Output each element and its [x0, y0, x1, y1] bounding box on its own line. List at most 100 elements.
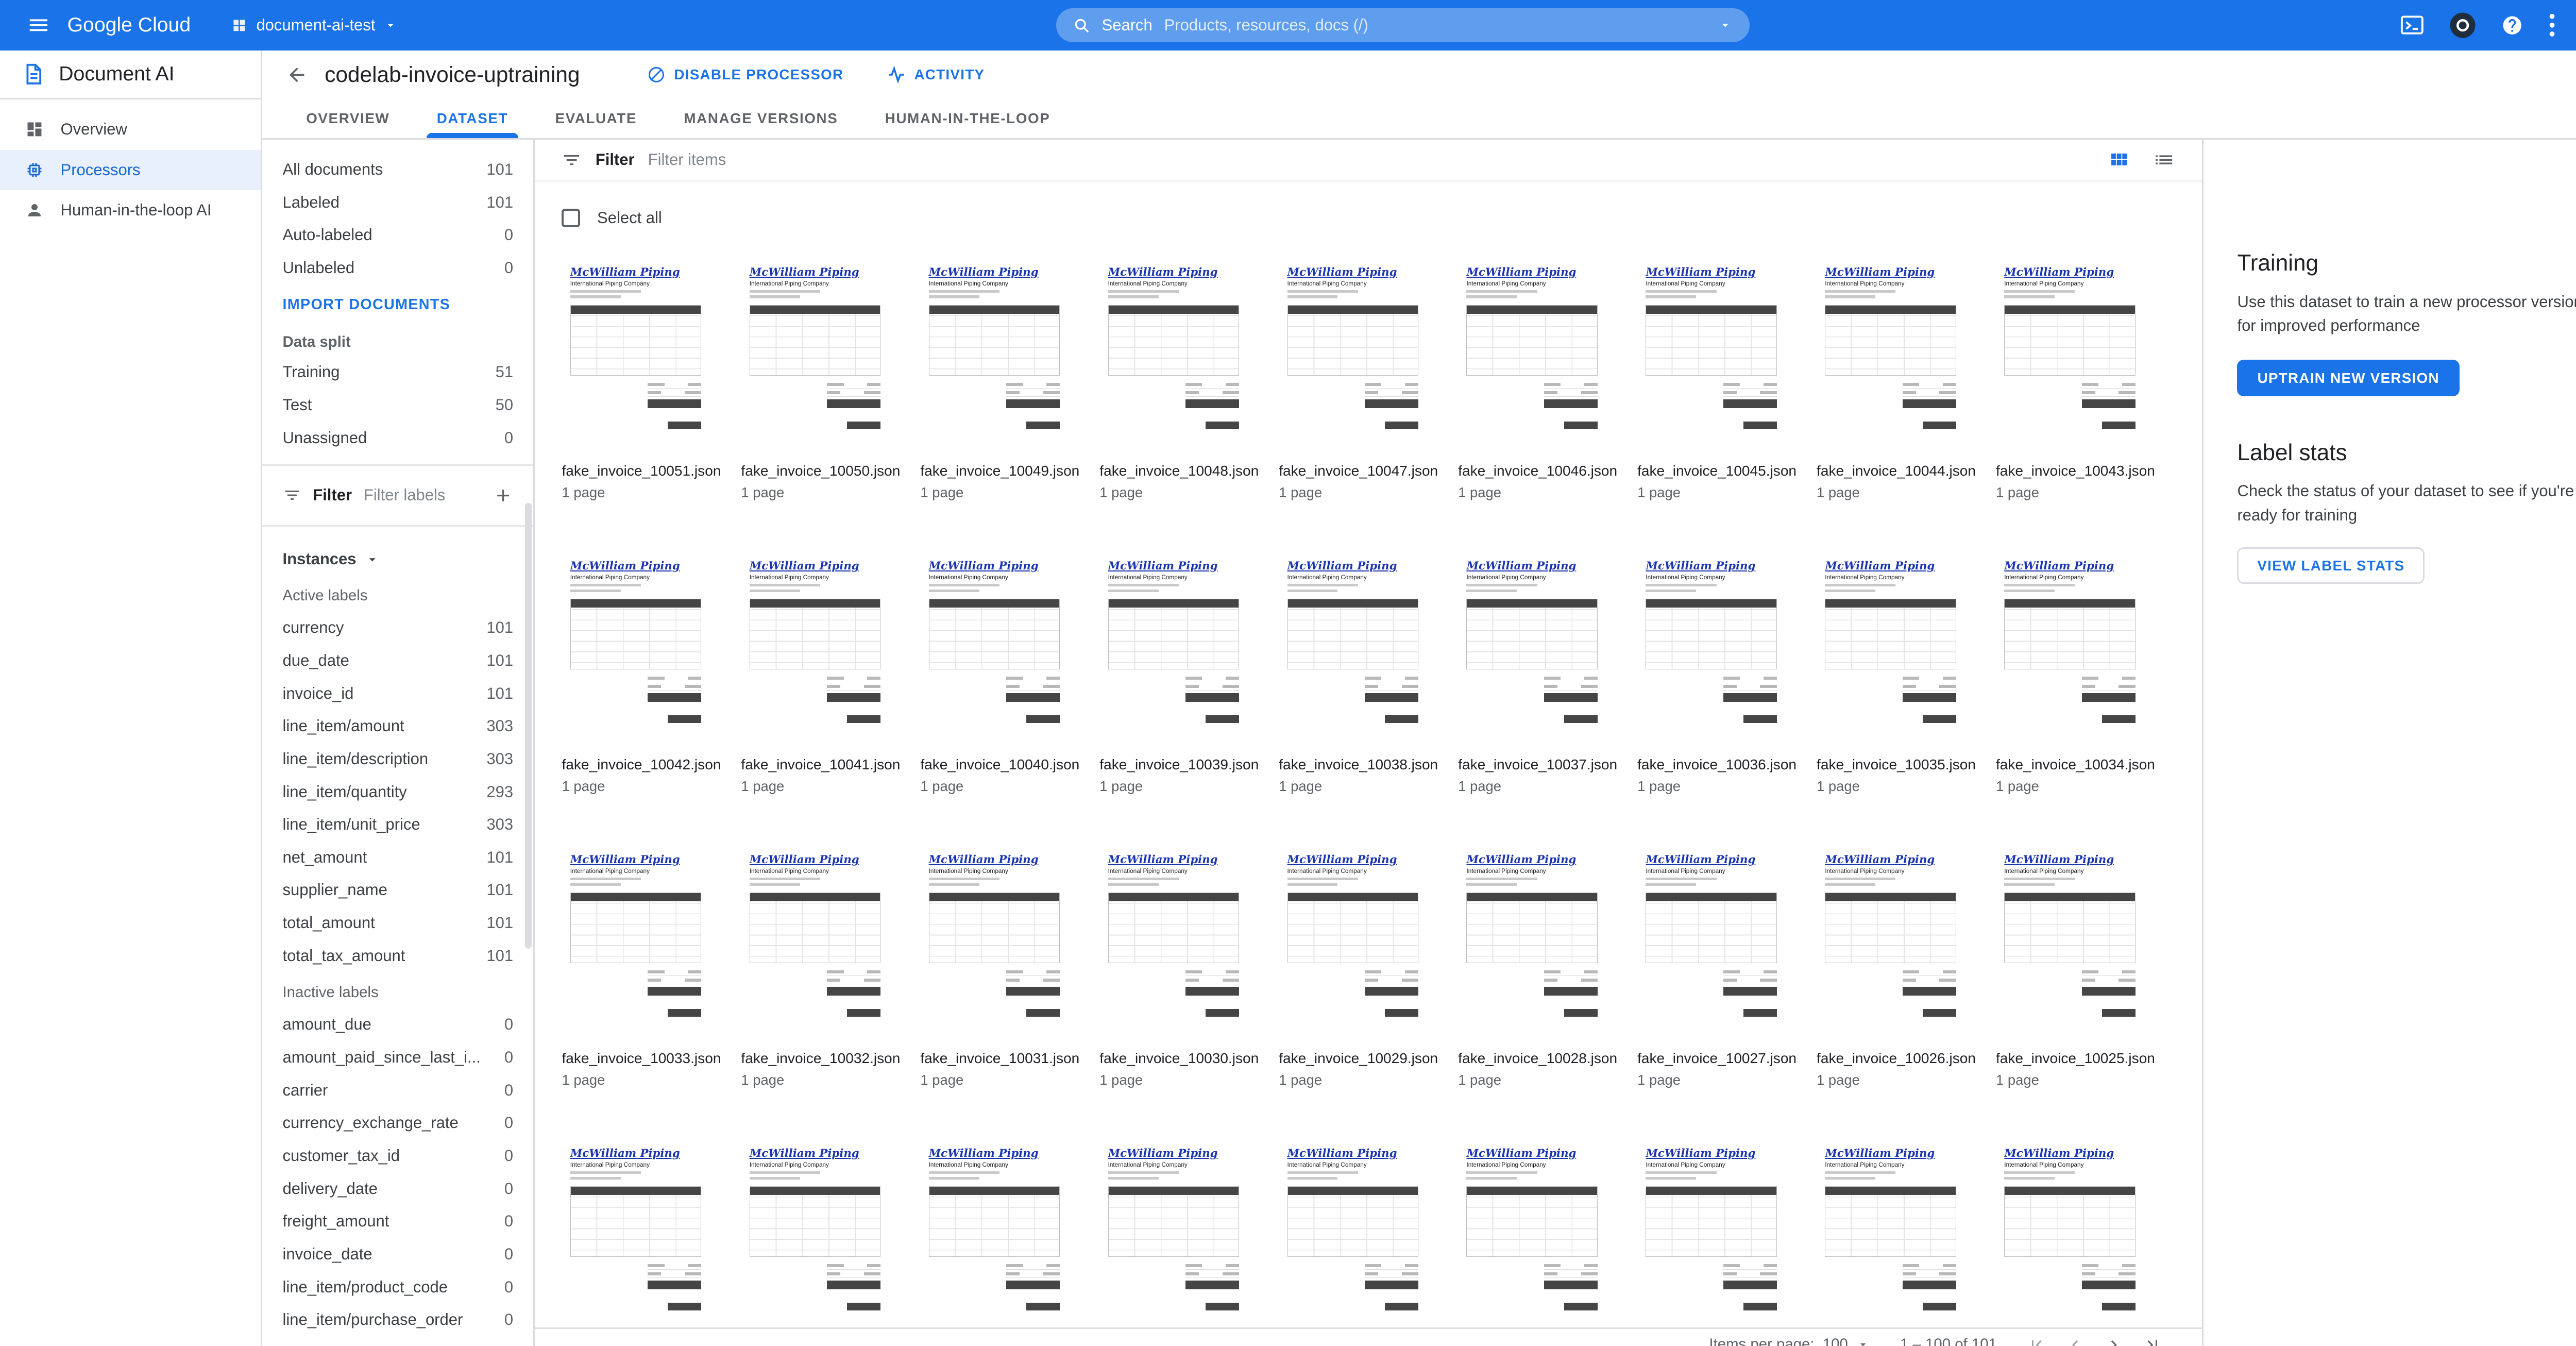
document-filename[interactable]: fake_invoice_10050.json [741, 463, 900, 479]
search-input[interactable] [1164, 16, 1706, 35]
document-thumbnail[interactable]: McWilliam Piping International Piping Co… [1279, 258, 1427, 453]
document-card[interactable]: McWilliam Piping International Piping Co… [920, 551, 1079, 795]
document-filename[interactable]: fake_invoice_10039.json [1099, 756, 1259, 773]
document-thumbnail[interactable]: McWilliam Piping International Piping Co… [1099, 1139, 1247, 1334]
document-filename[interactable]: fake_invoice_10033.json [562, 1050, 721, 1067]
document-thumbnail[interactable]: McWilliam Piping International Piping Co… [562, 845, 709, 1040]
document-thumbnail[interactable]: McWilliam Piping International Piping Co… [1817, 551, 1964, 747]
inactive-label-row[interactable]: delivery_date 0 [262, 1172, 533, 1205]
document-filename[interactable]: fake_invoice_10025.json [1996, 1050, 2155, 1067]
document-card[interactable]: McWilliam Piping International Piping Co… [1099, 845, 1259, 1088]
document-filename[interactable]: fake_invoice_10040.json [920, 756, 1079, 773]
document-filename[interactable]: fake_invoice_10028.json [1458, 1050, 1617, 1067]
document-card[interactable]: McWilliam Piping International Piping Co… [1817, 845, 1976, 1088]
tab-human-in-the-loop[interactable]: HUMAN-IN-THE-LOOP [861, 99, 1074, 138]
data-split-row[interactable]: Training 51 [262, 356, 533, 389]
instances-dropdown[interactable]: Instances [262, 536, 533, 575]
inactive-label-row[interactable]: amount_due 0 [262, 1008, 533, 1041]
doc-count-row[interactable]: All documents 101 [262, 153, 533, 186]
grid-view-icon[interactable] [2108, 149, 2129, 171]
inactive-label-row[interactable]: amount_paid_since_last_i... 0 [262, 1041, 533, 1074]
document-thumbnail[interactable]: McWilliam Piping International Piping Co… [920, 845, 1068, 1040]
next-page-icon[interactable] [2105, 1336, 2123, 1346]
document-thumbnail[interactable]: McWilliam Piping International Piping Co… [1996, 551, 2144, 747]
document-filename[interactable]: fake_invoice_10029.json [1279, 1050, 1438, 1067]
document-filename[interactable]: fake_invoice_10038.json [1279, 756, 1438, 773]
items-filter-input[interactable] [648, 150, 985, 169]
document-filename[interactable]: fake_invoice_10031.json [920, 1050, 1079, 1067]
document-thumbnail[interactable]: McWilliam Piping International Piping Co… [562, 1139, 709, 1334]
last-page-icon[interactable] [2143, 1336, 2162, 1346]
document-thumbnail[interactable]: McWilliam Piping International Piping Co… [1458, 1139, 1606, 1334]
doc-count-row[interactable]: Labeled 101 [262, 186, 533, 219]
document-thumbnail[interactable]: McWilliam Piping International Piping Co… [741, 1139, 889, 1334]
document-filename[interactable]: fake_invoice_10049.json [920, 463, 1079, 479]
document-thumbnail[interactable]: McWilliam Piping International Piping Co… [1637, 1139, 1785, 1334]
document-filename[interactable]: fake_invoice_10037.json [1458, 756, 1617, 773]
active-label-row[interactable]: supplier_name 101 [262, 874, 533, 907]
document-thumbnail[interactable]: McWilliam Piping International Piping Co… [1817, 1139, 1964, 1334]
document-card[interactable]: McWilliam Piping International Piping Co… [741, 1139, 900, 1346]
document-thumbnail[interactable]: McWilliam Piping International Piping Co… [1099, 845, 1247, 1040]
document-thumbnail[interactable]: McWilliam Piping International Piping Co… [920, 1139, 1068, 1334]
document-card[interactable]: McWilliam Piping International Piping Co… [1817, 551, 1976, 795]
document-card[interactable]: McWilliam Piping International Piping Co… [1458, 551, 1617, 795]
sidebar-item-processors[interactable]: Processors [0, 150, 261, 190]
document-card[interactable]: McWilliam Piping International Piping Co… [1279, 1139, 1438, 1346]
active-label-row[interactable]: total_amount 101 [262, 906, 533, 939]
document-thumbnail[interactable]: McWilliam Piping International Piping Co… [1458, 845, 1606, 1040]
more-vert-icon[interactable] [2549, 13, 2555, 37]
document-card[interactable]: McWilliam Piping International Piping Co… [1996, 845, 2155, 1088]
label-filter-input[interactable] [364, 486, 481, 504]
active-label-row[interactable]: currency 101 [262, 611, 533, 644]
add-label-icon[interactable] [493, 485, 513, 506]
document-card[interactable]: McWilliam Piping International Piping Co… [562, 845, 721, 1088]
document-thumbnail[interactable]: McWilliam Piping International Piping Co… [1458, 258, 1606, 453]
document-thumbnail[interactable]: McWilliam Piping International Piping Co… [1637, 845, 1785, 1040]
first-page-icon[interactable] [2027, 1336, 2046, 1346]
inactive-label-row[interactable]: freight_amount 0 [262, 1205, 533, 1238]
document-card[interactable]: McWilliam Piping International Piping Co… [1279, 845, 1438, 1088]
document-card[interactable]: McWilliam Piping International Piping Co… [1279, 551, 1438, 795]
sidebar-item-overview[interactable]: Overview [0, 109, 261, 149]
cloud-shell-icon[interactable] [2400, 15, 2424, 35]
select-all-checkbox[interactable] [562, 209, 580, 227]
doc-count-row[interactable]: Unlabeled 0 [262, 251, 533, 284]
document-thumbnail[interactable]: McWilliam Piping International Piping Co… [1458, 551, 1606, 747]
inactive-label-row[interactable]: invoice_date 0 [262, 1238, 533, 1271]
active-label-row[interactable]: line_item/unit_price 303 [262, 808, 533, 841]
document-filename[interactable]: fake_invoice_10041.json [741, 756, 900, 773]
prev-page-icon[interactable] [2066, 1336, 2084, 1346]
document-card[interactable]: McWilliam Piping International Piping Co… [1637, 1139, 1797, 1346]
doc-count-row[interactable]: Auto-labeled 0 [262, 218, 533, 251]
document-thumbnail[interactable]: McWilliam Piping International Piping Co… [920, 551, 1068, 747]
document-card[interactable]: McWilliam Piping International Piping Co… [920, 258, 1079, 501]
activity-button[interactable]: ACTIVITY [874, 59, 998, 91]
document-card[interactable]: McWilliam Piping International Piping Co… [1817, 258, 1976, 501]
tab-overview[interactable]: OVERVIEW [283, 99, 414, 138]
back-arrow-icon[interactable] [286, 64, 308, 86]
active-label-row[interactable]: due_date 101 [262, 644, 533, 677]
document-filename[interactable]: fake_invoice_10035.json [1817, 756, 1976, 773]
document-filename[interactable]: fake_invoice_10044.json [1817, 463, 1976, 479]
inactive-label-row[interactable]: carrier 0 [262, 1074, 533, 1107]
document-thumbnail[interactable]: McWilliam Piping International Piping Co… [1817, 258, 1964, 453]
document-thumbnail[interactable]: McWilliam Piping International Piping Co… [1099, 551, 1247, 747]
inactive-label-row[interactable]: currency_exchange_rate 0 [262, 1106, 533, 1139]
document-card[interactable]: McWilliam Piping International Piping Co… [920, 845, 1079, 1088]
document-thumbnail[interactable]: McWilliam Piping International Piping Co… [1817, 845, 1964, 1040]
inactive-label-row[interactable]: customer_tax_id 0 [262, 1139, 533, 1172]
import-documents-button[interactable]: IMPORT DOCUMENTS [262, 284, 533, 325]
document-thumbnail[interactable]: McWilliam Piping International Piping Co… [562, 258, 709, 453]
document-thumbnail[interactable]: McWilliam Piping International Piping Co… [1279, 551, 1427, 747]
data-split-row[interactable]: Test 50 [262, 389, 533, 422]
inactive-label-row[interactable]: line_item/purchase_order 0 [262, 1303, 533, 1336]
document-filename[interactable]: fake_invoice_10047.json [1279, 463, 1438, 479]
notifications-icon[interactable] [2449, 12, 2476, 39]
search-bar[interactable]: Search [1056, 8, 1749, 42]
project-selector[interactable]: document-ai-test [231, 16, 397, 35]
document-thumbnail[interactable]: McWilliam Piping International Piping Co… [562, 551, 709, 747]
document-filename[interactable]: fake_invoice_10051.json [562, 463, 721, 479]
items-per-page[interactable]: Items per page: 100 [1709, 1336, 1870, 1346]
document-card[interactable]: McWilliam Piping International Piping Co… [920, 1139, 1079, 1346]
